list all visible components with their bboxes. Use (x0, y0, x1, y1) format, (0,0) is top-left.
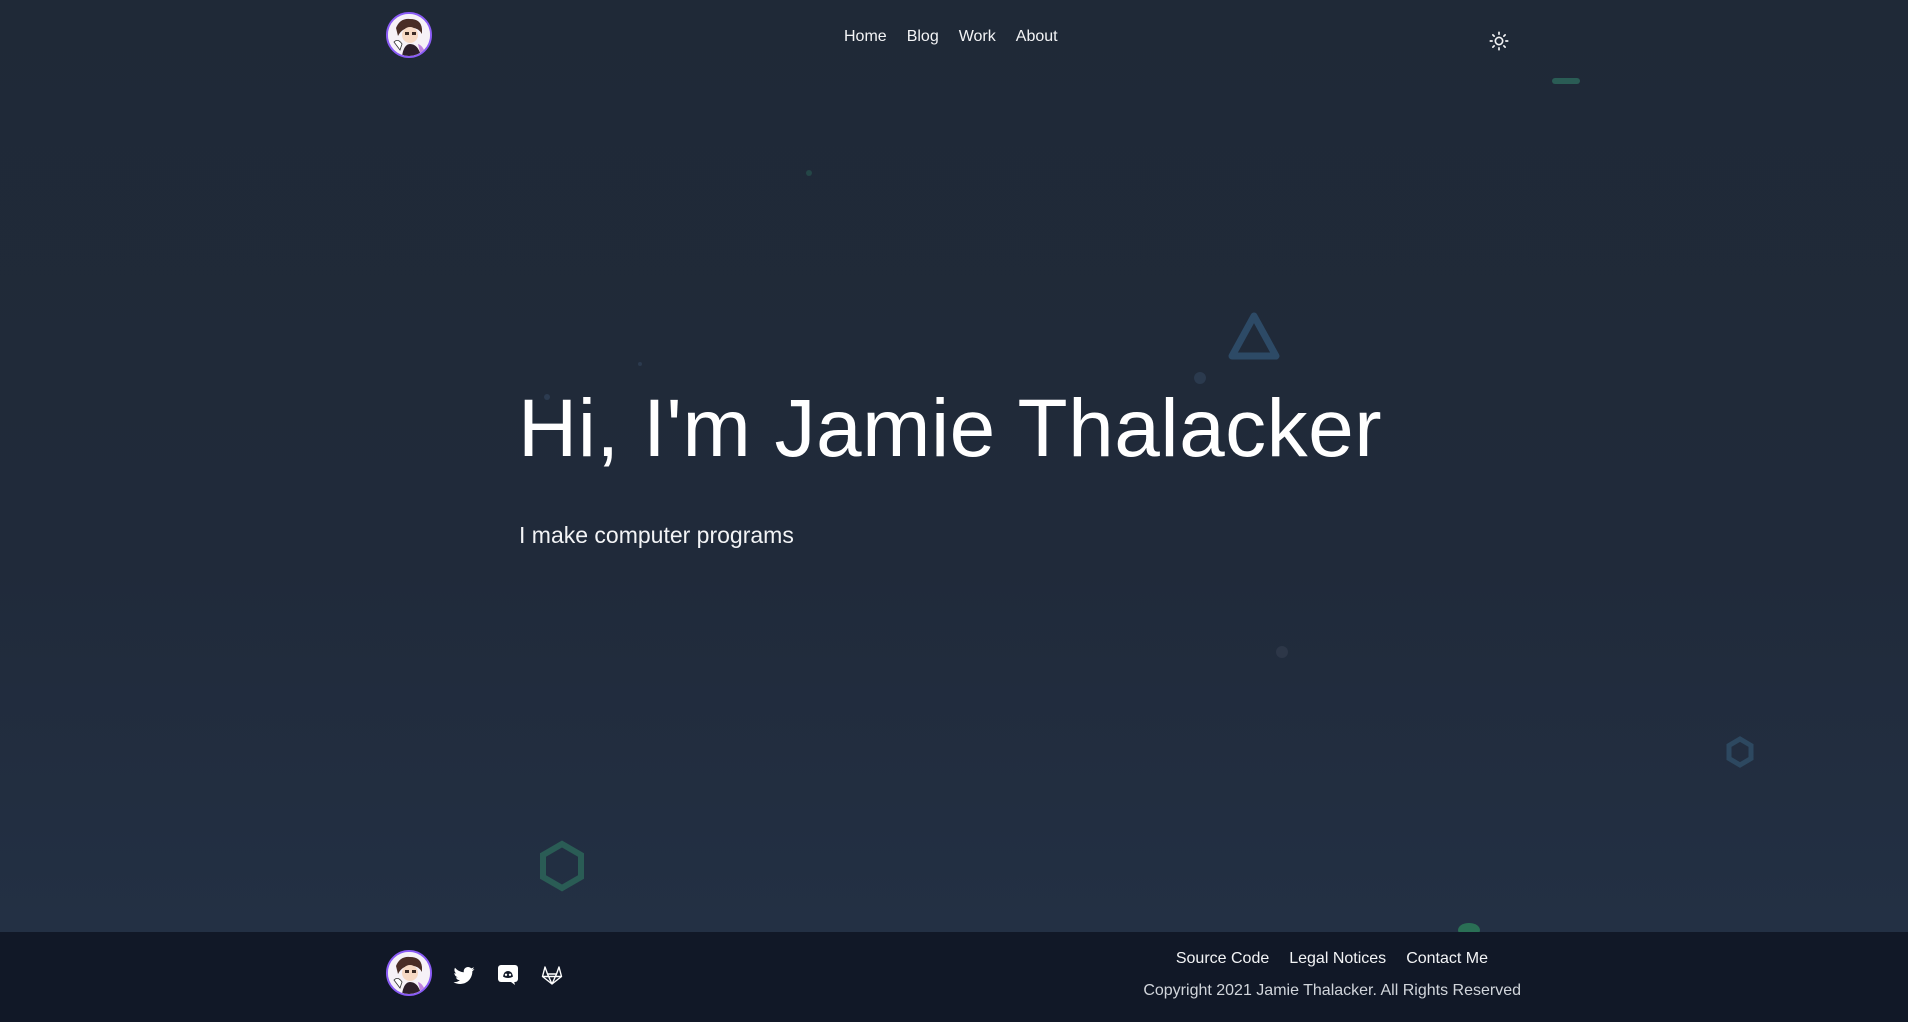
gitlab-icon (541, 966, 563, 985)
footer-links: Source Code Legal Notices Contact Me (1176, 950, 1488, 968)
nav-work[interactable]: Work (959, 28, 996, 46)
footer-link-legal-notices[interactable]: Legal Notices (1289, 950, 1386, 968)
twitter-icon (453, 967, 475, 984)
particle-dot (1276, 646, 1288, 658)
particle-partial (1458, 923, 1480, 932)
avatar-illustration (388, 952, 430, 994)
particle-dot (806, 170, 812, 176)
nav-about[interactable]: About (1016, 28, 1058, 46)
avatar-logo[interactable] (386, 12, 432, 58)
footer-avatar-logo[interactable] (386, 950, 432, 996)
theme-toggle-button[interactable] (1488, 30, 1510, 52)
discord-icon (498, 965, 518, 985)
site-footer: Source Code Legal Notices Contact Me Cop… (0, 932, 1908, 1022)
particle-hexagon (540, 840, 584, 892)
gitlab-link[interactable] (540, 963, 564, 987)
footer-link-contact-me[interactable]: Contact Me (1406, 950, 1488, 968)
discord-link[interactable] (496, 963, 520, 987)
particle-hexagon-small (1726, 736, 1754, 768)
main-nav: Home Blog Work About (844, 28, 1058, 46)
hero-title: Hi, I'm Jamie Thalacker (518, 383, 1383, 474)
nav-blog[interactable]: Blog (907, 28, 939, 46)
footer-link-source-code[interactable]: Source Code (1176, 950, 1269, 968)
particle-dot (638, 362, 642, 366)
particle-triangle (1228, 312, 1280, 360)
hero-subtitle: I make computer programs (519, 522, 794, 548)
copyright-text: Copyright 2021 Jamie Thalacker. All Righ… (1143, 982, 1521, 999)
site-header: Home Blog Work About (0, 0, 1908, 78)
avatar-illustration (388, 14, 430, 56)
nav-home[interactable]: Home (844, 28, 887, 46)
twitter-link[interactable] (452, 963, 476, 987)
sun-icon (1489, 31, 1509, 51)
